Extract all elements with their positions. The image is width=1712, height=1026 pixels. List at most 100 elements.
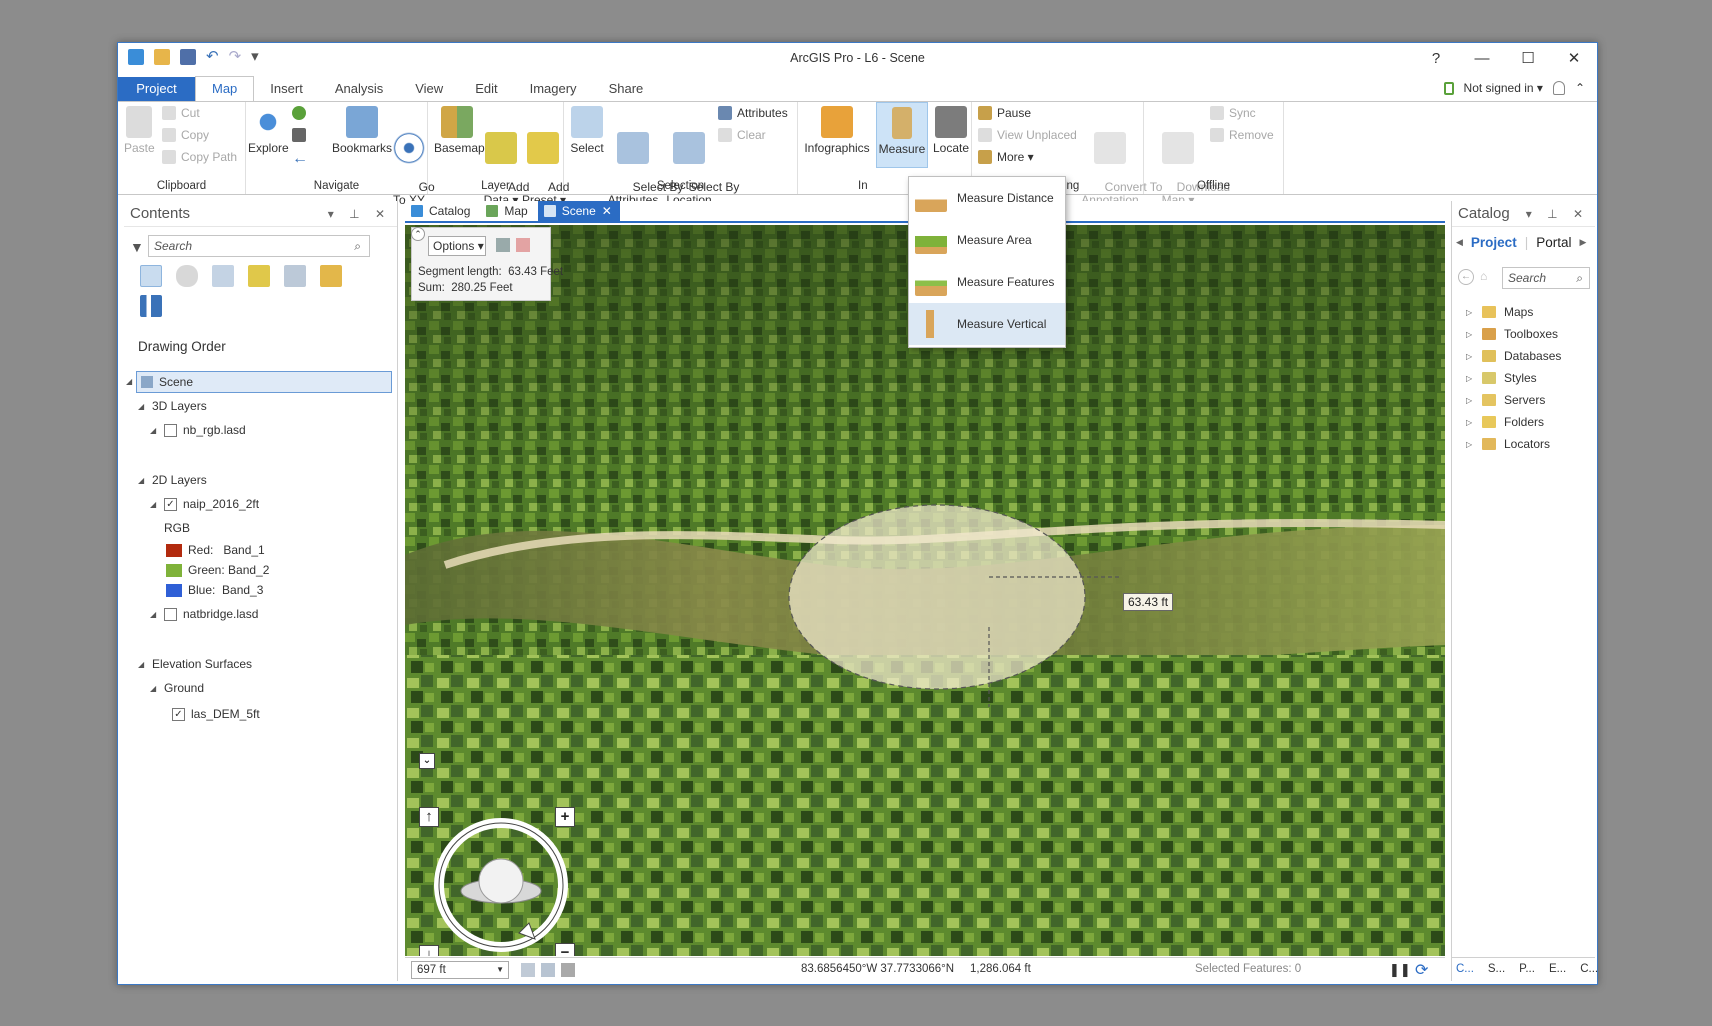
tab-insert[interactable]: Insert xyxy=(254,77,319,101)
measure-features-item[interactable]: Measure Features xyxy=(909,261,1065,303)
sync-button[interactable]: Sync xyxy=(1210,106,1256,120)
tab-imagery[interactable]: Imagery xyxy=(514,77,593,101)
full-extent-button[interactable] xyxy=(292,106,306,120)
tree-ground[interactable]: ◢ Ground xyxy=(150,681,204,695)
catalog-item-folders[interactable]: ▷ Folders xyxy=(1466,415,1544,429)
bottom-tab-s[interactable]: S... xyxy=(1488,958,1505,981)
fixed-zoom-button[interactable] xyxy=(292,128,306,142)
catalog-item-toolboxes[interactable]: ▷ Toolboxes xyxy=(1466,327,1558,341)
red-swatch[interactable] xyxy=(166,543,182,557)
collapse-2d-toggle[interactable]: ◢ xyxy=(138,476,146,485)
catalog-item-styles[interactable]: ▷ Styles xyxy=(1466,371,1537,385)
collapse-scene-toggle[interactable]: ◢ xyxy=(126,377,134,386)
paste-button[interactable]: Paste xyxy=(124,106,155,155)
collapse-ribbon-button[interactable]: ⌃ xyxy=(1575,81,1585,95)
bottom-tab-e[interactable]: E... xyxy=(1549,958,1566,981)
expand-folders-icon[interactable]: ▷ xyxy=(1466,418,1474,427)
measure-distance-item[interactable]: Measure Distance xyxy=(909,177,1065,219)
pause-labeling-button[interactable]: Pause xyxy=(978,106,1031,120)
signin-button[interactable]: Not signed in ▾ xyxy=(1464,81,1543,95)
refresh-icon[interactable]: ⟳ xyxy=(1415,960,1428,980)
expand-nb-rgb-toggle[interactable]: ◢ xyxy=(150,426,158,435)
list-by-selection-icon[interactable] xyxy=(212,265,234,287)
expand-natbridge-toggle[interactable]: ◢ xyxy=(150,610,158,619)
locate-button[interactable]: Locate xyxy=(932,106,970,155)
maximize-button[interactable]: ☐ xyxy=(1505,43,1551,75)
home-icon[interactable]: ⌂ xyxy=(1480,269,1496,285)
expand-maps-icon[interactable]: ▷ xyxy=(1466,308,1474,317)
collapse-3d-toggle[interactable]: ◢ xyxy=(138,402,146,411)
tab-analysis[interactable]: Analysis xyxy=(319,77,399,101)
expand-styles-icon[interactable]: ▷ xyxy=(1466,374,1474,383)
expand-locators-icon[interactable]: ▷ xyxy=(1466,440,1474,449)
catalog-scroll-left-icon[interactable]: ◀ xyxy=(1456,237,1463,248)
view-tab-map[interactable]: Map xyxy=(480,201,535,221)
catalog-search-input[interactable]: Search ⌕ xyxy=(1502,267,1590,289)
view-tab-catalog[interactable]: Catalog xyxy=(405,201,478,221)
contents-search-input[interactable]: Search ⌕ xyxy=(148,235,370,257)
copy-measurement-icon[interactable] xyxy=(496,238,510,252)
tree-natbridge[interactable]: ◢ natbridge.lasd xyxy=(150,607,258,621)
blue-swatch[interactable] xyxy=(166,583,182,597)
cut-button[interactable]: Cut xyxy=(162,106,200,120)
collapse-elevation-toggle[interactable]: ◢ xyxy=(138,660,146,669)
infographics-button[interactable]: Infographics xyxy=(802,106,872,155)
filter-icon[interactable]: ▼ xyxy=(130,239,144,255)
collapse-ground-toggle[interactable]: ◢ xyxy=(150,684,158,693)
list-by-charts-icon[interactable] xyxy=(140,295,162,317)
snapping-icon[interactable] xyxy=(521,963,535,977)
bookmarks-button[interactable]: Bookmarks xyxy=(332,106,392,155)
attributes-button[interactable]: Attributes xyxy=(718,106,788,120)
catalog-item-maps[interactable]: ▷ Maps xyxy=(1466,305,1533,319)
navigator-icon[interactable] xyxy=(431,815,571,955)
catalog-item-locators[interactable]: ▷ Locators xyxy=(1466,437,1550,451)
list-by-labeling-icon[interactable] xyxy=(320,265,342,287)
tree-las-dem[interactable]: ✓ las_DEM_5ft xyxy=(172,707,260,721)
navigator-toggle-icon[interactable]: ⌄ xyxy=(419,753,435,769)
expand-databases-icon[interactable]: ▷ xyxy=(1466,352,1474,361)
list-by-data-source-icon[interactable] xyxy=(176,265,198,287)
tree-naip[interactable]: ◢ ✓ naip_2016_2ft xyxy=(150,497,259,511)
expand-toolboxes-icon[interactable]: ▷ xyxy=(1466,330,1474,339)
minimize-button[interactable]: — xyxy=(1459,43,1505,75)
las-dem-checkbox[interactable]: ✓ xyxy=(172,707,185,721)
bottom-tab-p[interactable]: P... xyxy=(1519,958,1535,981)
tab-project[interactable]: Project xyxy=(118,77,195,101)
explore-button[interactable]: Explore xyxy=(248,106,289,155)
notification-bell-icon[interactable] xyxy=(1552,81,1565,95)
clear-selection-button[interactable]: Clear xyxy=(718,128,766,142)
copy-button[interactable]: Copy xyxy=(162,128,209,142)
tree-2d-layers[interactable]: ◢ 2D Layers xyxy=(138,473,207,487)
green-swatch[interactable] xyxy=(166,563,182,577)
view-tab-scene[interactable]: Scene ✕ xyxy=(537,201,620,221)
copy-path-button[interactable]: Copy Path xyxy=(162,150,237,164)
list-by-snapping-icon[interactable] xyxy=(284,265,306,287)
expand-servers-icon[interactable]: ▷ xyxy=(1466,396,1474,405)
select-button[interactable]: Select xyxy=(570,106,604,155)
catalog-tab-portal[interactable]: Portal xyxy=(1536,235,1571,250)
nb-rgb-checkbox[interactable] xyxy=(164,423,177,437)
back-icon[interactable]: ← xyxy=(1458,269,1474,285)
more-labeling-button[interactable]: More ▾ xyxy=(978,150,1034,164)
contents-pane-controls[interactable]: ▾ ⊥ ✕ xyxy=(328,201,391,227)
naip-checkbox[interactable]: ✓ xyxy=(164,497,177,511)
bottom-tab-catalog[interactable]: C... xyxy=(1456,958,1474,981)
tab-map[interactable]: Map xyxy=(195,76,255,102)
grid-icon[interactable] xyxy=(541,963,555,977)
tree-scene[interactable]: Scene xyxy=(136,371,392,393)
close-tab-icon[interactable]: ✕ xyxy=(602,201,612,221)
previous-extent-button[interactable]: ← xyxy=(292,150,308,168)
catalog-item-servers[interactable]: ▷ Servers xyxy=(1466,393,1545,407)
bottom-tab-c[interactable]: C... xyxy=(1580,958,1598,981)
measure-vertical-item[interactable]: Measure Vertical xyxy=(909,303,1065,345)
catalog-scroll-right-icon[interactable]: ▶ xyxy=(1580,237,1587,248)
help-button[interactable]: ? xyxy=(1413,43,1459,75)
tree-3d-layers[interactable]: ◢ 3D Layers xyxy=(138,399,207,413)
tab-edit[interactable]: Edit xyxy=(459,77,513,101)
tree-nb-rgb[interactable]: ◢ nb_rgb.lasd xyxy=(150,423,246,437)
collapse-naip-toggle[interactable]: ◢ xyxy=(150,500,158,509)
tab-share[interactable]: Share xyxy=(593,77,660,101)
catalog-tab-project[interactable]: Project xyxy=(1471,235,1517,250)
close-button[interactable]: ✕ xyxy=(1551,43,1597,75)
natbridge-checkbox[interactable] xyxy=(164,607,177,621)
